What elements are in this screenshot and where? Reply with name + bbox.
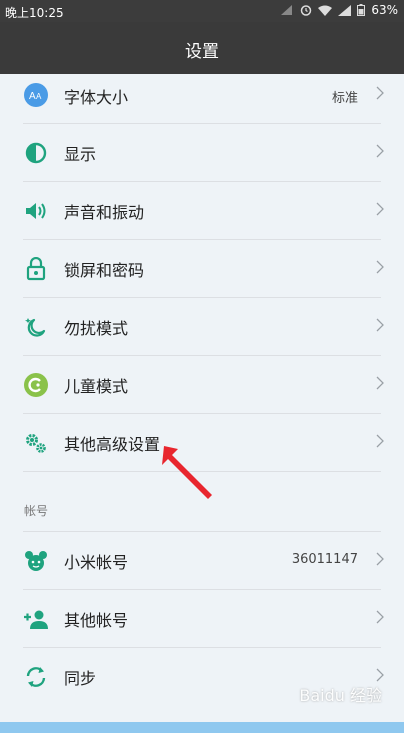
watermark: Baidu 经验 [299, 686, 382, 705]
bottom-bar [0, 722, 404, 733]
annotation-arrow [162, 446, 212, 499]
